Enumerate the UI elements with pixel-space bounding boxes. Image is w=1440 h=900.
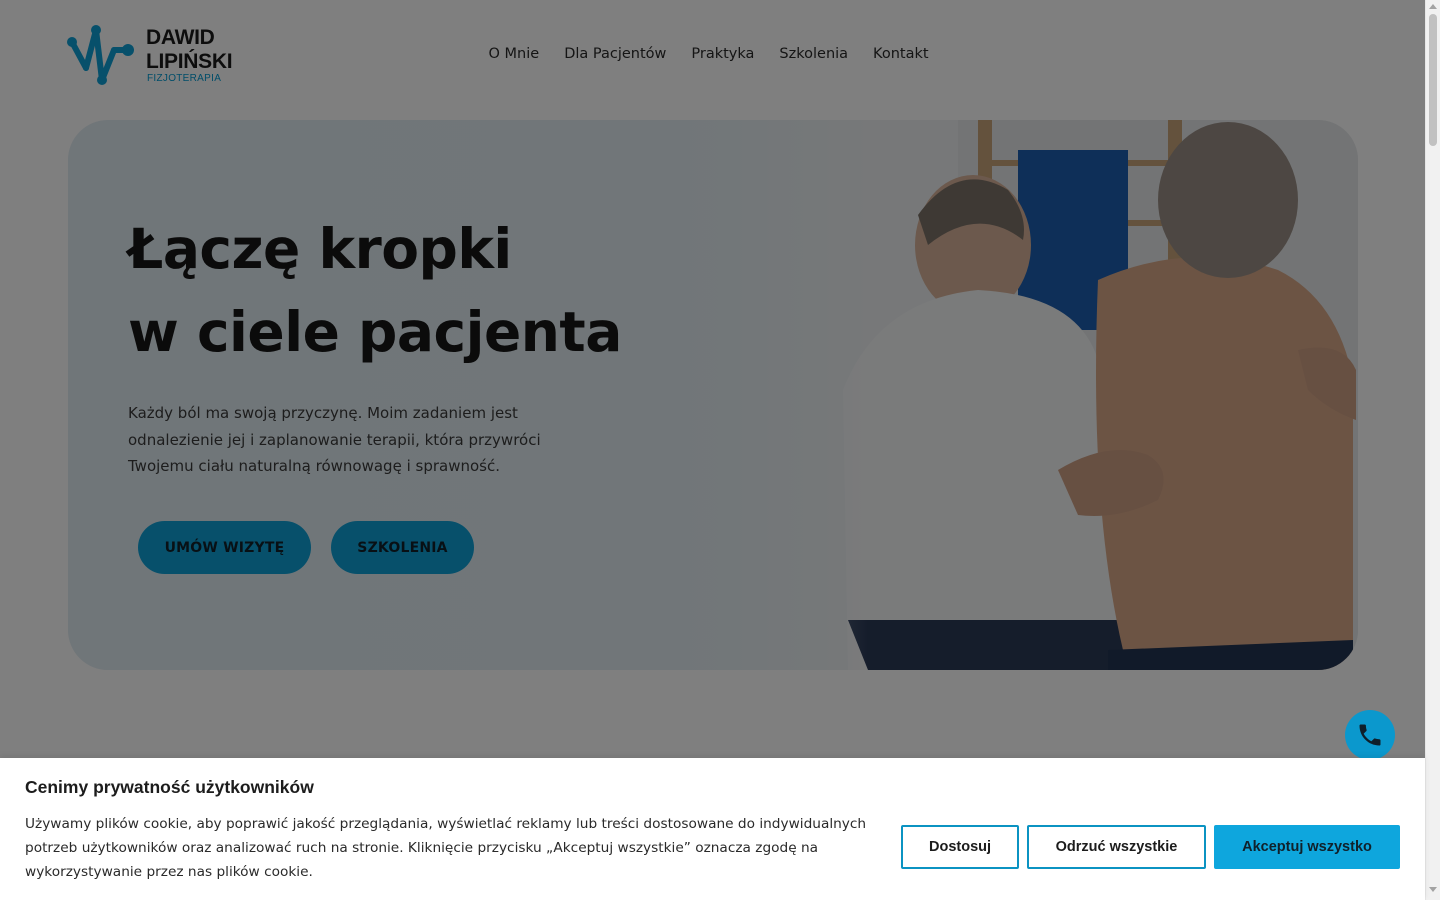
nav-item-praktyka[interactable]: Praktyka <box>679 42 767 66</box>
call-button[interactable] <box>1345 710 1395 760</box>
hero-gradient <box>68 120 1358 670</box>
site-header: DAWID LIPIŃSKI FIZJOTERAPIA O Mnie Dla P… <box>0 0 1425 110</box>
hero-title-line-1: Łączę kropki <box>128 217 512 281</box>
hero-section: Łączę kropki w ciele pacjenta Każdy ból … <box>68 120 1358 670</box>
cookie-title: Cenimy prywatność użytkowników <box>25 777 314 797</box>
hero-description: Każdy ból ma swoją przyczynę. Moim zadan… <box>128 404 541 475</box>
hero-title: Łączę kropki w ciele pacjenta <box>128 208 622 374</box>
page-scrollbar[interactable] <box>1425 0 1440 900</box>
book-visit-button[interactable]: UMÓW WIZYTĘ <box>138 521 311 574</box>
cookie-banner: Cenimy prywatność użytkowników Używamy p… <box>0 758 1425 900</box>
nav-item-kontakt[interactable]: Kontakt <box>861 42 942 66</box>
trainings-button[interactable]: SZKOLENIA <box>331 521 474 574</box>
nav-item-dla-pacjentow[interactable]: Dla Pacjentów <box>552 42 679 66</box>
logo-name: DAWID LIPIŃSKI <box>146 26 233 73</box>
cookie-accept-button[interactable]: Akceptuj wszystko <box>1214 825 1400 869</box>
logo-subtitle: FIZJOTERAPIA <box>147 73 222 84</box>
scrollbar-thumb[interactable] <box>1429 14 1437 146</box>
cookie-text: Używamy plików cookie, aby poprawić jako… <box>25 816 867 880</box>
logo-mark-icon <box>67 25 134 85</box>
nav-item-o-mnie[interactable]: O Mnie <box>476 42 552 66</box>
nav-item-szkolenia[interactable]: Szkolenia <box>767 42 861 66</box>
phone-icon <box>1359 724 1381 746</box>
scroll-down-arrow-icon[interactable] <box>1429 887 1437 892</box>
cookie-reject-button[interactable]: Odrzuć wszystkie <box>1027 825 1206 869</box>
logo[interactable]: DAWID LIPIŃSKI FIZJOTERAPIA <box>66 22 256 88</box>
cookie-customize-button[interactable]: Dostosuj <box>901 825 1019 869</box>
hero-title-line-2: w ciele pacjenta <box>128 300 622 364</box>
main-nav: O Mnie Dla Pacjentów Praktyka Szkolenia … <box>476 42 941 66</box>
scroll-up-arrow-icon[interactable] <box>1429 4 1437 9</box>
